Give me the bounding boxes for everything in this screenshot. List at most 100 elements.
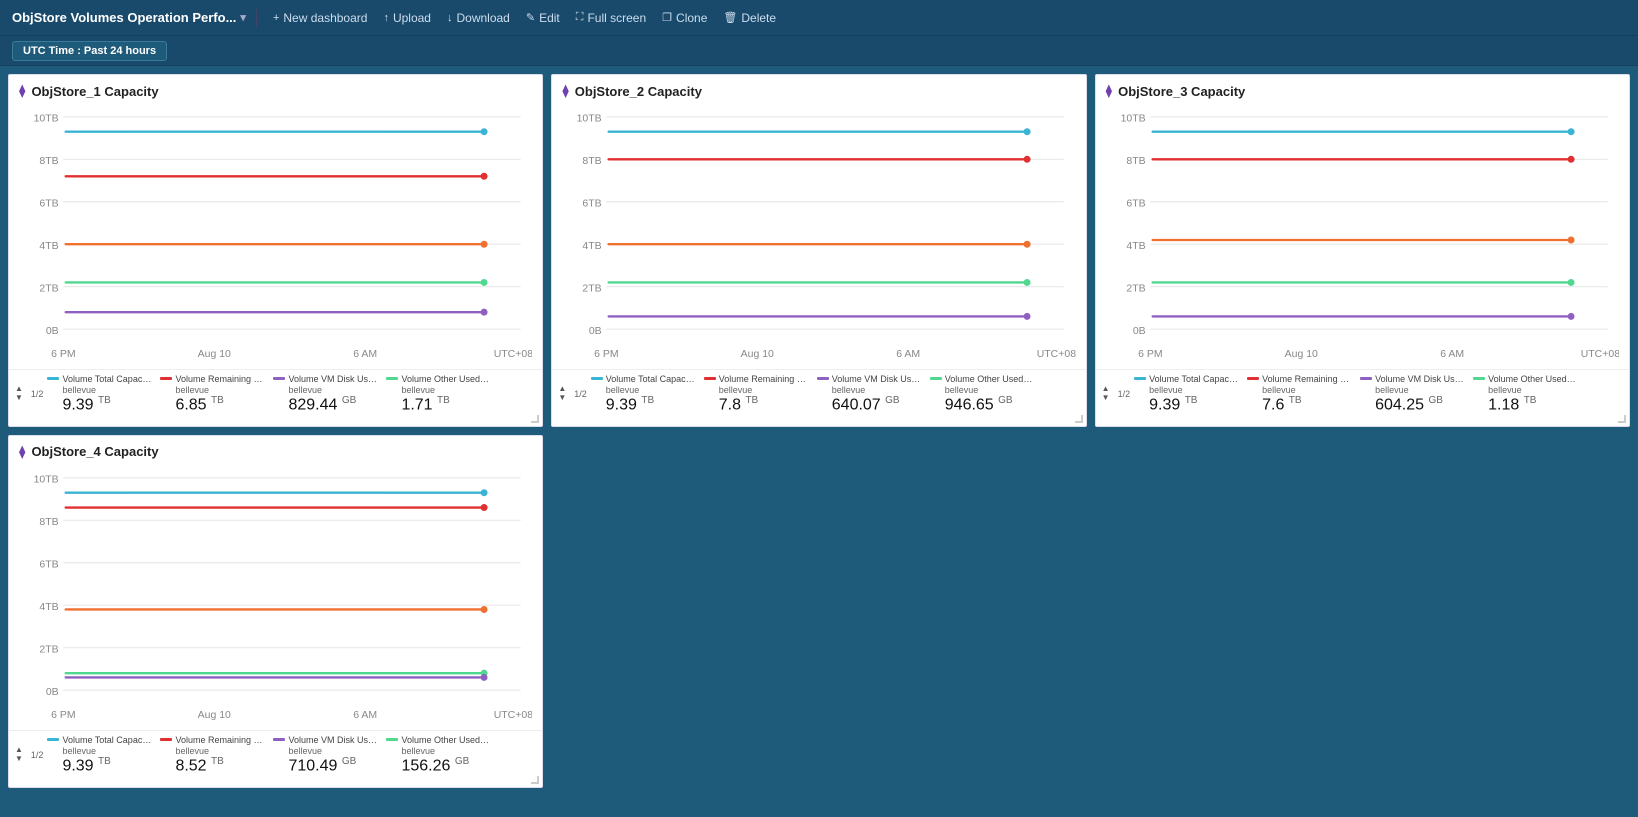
- panel-header-4: ⧫ ObjStore_4 Capacity: [9, 436, 542, 464]
- metric-sub-3-3: bellevue: [1375, 385, 1465, 395]
- clone-button[interactable]: ❐ Clone: [656, 9, 713, 27]
- chart-area-3: 10TB8TB6TB4TB2TB0B6 PMAug 106 AMUTC+08:0…: [1096, 103, 1629, 369]
- filter-icon[interactable]: ⧫: [1106, 83, 1112, 99]
- arrow-up-icon[interactable]: ▲: [15, 746, 23, 754]
- fullscreen-icon: ⛶: [576, 11, 584, 24]
- svg-text:UTC+08:00: UTC+08:00: [494, 710, 533, 721]
- metric-label-3-3: Volume VM Disk Used ...: [1375, 374, 1465, 384]
- metric-value-1-2: 6.85 TB: [175, 395, 265, 414]
- svg-text:6 AM: 6 AM: [897, 349, 921, 360]
- delete-button[interactable]: 🗑 Delete: [717, 9, 782, 27]
- svg-text:UTC+08:00: UTC+08:00: [494, 349, 533, 360]
- download-icon: ↓: [447, 12, 453, 24]
- metrics-1: ▲ ▼ 1/2 Volume Total Capacit... bellevue…: [9, 369, 542, 426]
- svg-text:6 PM: 6 PM: [594, 349, 618, 360]
- edit-button[interactable]: ✎ Edit: [520, 9, 566, 27]
- svg-text:4TB: 4TB: [583, 241, 602, 252]
- panel-header-2: ⧫ ObjStore_2 Capacity: [552, 75, 1085, 103]
- metric-label-2-3: Volume VM Disk Used ...: [832, 374, 922, 384]
- svg-text:10TB: 10TB: [34, 474, 59, 485]
- nav-arrows-4: ▲ ▼: [15, 746, 23, 763]
- panel-title-1: ObjStore_1 Capacity: [31, 84, 158, 99]
- svg-text:0B: 0B: [1132, 326, 1145, 337]
- svg-text:4TB: 4TB: [39, 241, 58, 252]
- nav-arrows-3: ▲ ▼: [1102, 385, 1110, 402]
- metric-sub-4-1: bellevue: [62, 746, 152, 756]
- svg-text:10TB: 10TB: [34, 113, 59, 124]
- time-bar: UTC Time : Past 24 hours: [0, 36, 1638, 66]
- svg-text:0B: 0B: [46, 326, 59, 337]
- metric-value-4-3: 710.49 GB: [288, 756, 378, 775]
- title-text: ObjStore Volumes Operation Perfo...: [12, 10, 236, 25]
- metric-item-4-2: Volume Remaining Cap... bellevue 8.52 TB: [160, 735, 265, 775]
- panel-resize-corner[interactable]: [1618, 415, 1626, 423]
- svg-text:6 AM: 6 AM: [1440, 349, 1464, 360]
- upload-label: Upload: [393, 11, 431, 25]
- metric-item-1-3: Volume VM Disk Used ... bellevue 829.44 …: [273, 374, 378, 414]
- metric-sub-4-3: bellevue: [288, 746, 378, 756]
- metric-color-bar: [930, 377, 942, 380]
- metric-items-2: Volume Total Capacit... bellevue 9.39 TB…: [591, 374, 1035, 414]
- metric-item-3-3: Volume VM Disk Used ... bellevue 604.25 …: [1360, 374, 1465, 414]
- panel-title-4: ObjStore_4 Capacity: [31, 444, 158, 459]
- arrow-up-icon[interactable]: ▲: [15, 385, 23, 393]
- metric-label-3-4: Volume Other Used Ca...: [1488, 374, 1578, 384]
- arrow-up-icon[interactable]: ▲: [1102, 385, 1110, 393]
- arrow-down-icon[interactable]: ▼: [15, 755, 23, 763]
- page-indicator-2: 1/2: [574, 389, 587, 399]
- filter-icon[interactable]: ⧫: [19, 83, 25, 99]
- svg-text:6 AM: 6 AM: [353, 349, 377, 360]
- metric-sub-2-3: bellevue: [832, 385, 922, 395]
- panel-4: ⧫ ObjStore_4 Capacity 10TB8TB6TB4TB2TB0B…: [8, 435, 543, 788]
- arrow-up-icon[interactable]: ▲: [558, 385, 566, 393]
- metric-color-bar: [273, 377, 285, 380]
- metric-sub-2-4: bellevue: [945, 385, 1035, 395]
- fullscreen-button[interactable]: ⛶ Full screen: [570, 9, 652, 27]
- metric-value-1-4: 1.71 TB: [401, 395, 491, 414]
- download-button[interactable]: ↓ Download: [441, 9, 516, 27]
- chevron-down-icon[interactable]: ▾: [240, 11, 246, 24]
- panel-1: ⧫ ObjStore_1 Capacity 10TB8TB6TB4TB2TB0B…: [8, 74, 543, 427]
- svg-text:0B: 0B: [46, 687, 59, 698]
- metric-items-3: Volume Total Capacit... bellevue 9.39 TB…: [1134, 374, 1578, 414]
- svg-text:8TB: 8TB: [39, 156, 58, 167]
- filter-icon[interactable]: ⧫: [562, 83, 568, 99]
- arrow-down-icon[interactable]: ▼: [558, 394, 566, 402]
- time-badge[interactable]: UTC Time : Past 24 hours: [12, 41, 167, 61]
- metric-value-1-3: 829.44 GB: [288, 395, 378, 414]
- filter-icon[interactable]: ⧫: [19, 444, 25, 460]
- panel-resize-corner[interactable]: [531, 776, 539, 784]
- metric-sub-1-3: bellevue: [288, 385, 378, 395]
- panel-2: ⧫ ObjStore_2 Capacity 10TB8TB6TB4TB2TB0B…: [551, 74, 1086, 427]
- metric-item-3-4: Volume Other Used Ca... bellevue 1.18 TB: [1473, 374, 1578, 414]
- panel-title-3: ObjStore_3 Capacity: [1118, 84, 1245, 99]
- metric-label-2-4: Volume Other Used Ca...: [945, 374, 1035, 384]
- metric-value-4-4: 156.26 GB: [401, 756, 491, 775]
- svg-text:8TB: 8TB: [583, 156, 602, 167]
- svg-text:4TB: 4TB: [1126, 241, 1145, 252]
- svg-text:UTC+08:00: UTC+08:00: [1580, 349, 1619, 360]
- upload-button[interactable]: ↑ Upload: [377, 9, 437, 27]
- arrow-down-icon[interactable]: ▼: [1102, 394, 1110, 402]
- page-title: ObjStore Volumes Operation Perfo... ▾: [12, 10, 246, 25]
- panel-resize-corner[interactable]: [1075, 415, 1083, 423]
- svg-text:10TB: 10TB: [1120, 113, 1145, 124]
- metric-item-3-2: Volume Remaining Cap... bellevue 7.6 TB: [1247, 374, 1352, 414]
- arrow-down-icon[interactable]: ▼: [15, 394, 23, 402]
- new-dashboard-label: New dashboard: [283, 11, 367, 25]
- svg-text:6TB: 6TB: [1126, 198, 1145, 209]
- panel-header-1: ⧫ ObjStore_1 Capacity: [9, 75, 542, 103]
- metric-color-bar: [273, 738, 285, 741]
- metric-color-bar: [386, 377, 398, 380]
- metric-item-2-4: Volume Other Used Ca... bellevue 946.65 …: [930, 374, 1035, 414]
- svg-text:Aug 10: Aug 10: [1284, 349, 1317, 360]
- panel-resize-corner[interactable]: [531, 415, 539, 423]
- metric-label-1-2: Volume Remaining Cap...: [175, 374, 265, 384]
- edit-label: Edit: [539, 11, 560, 25]
- metric-color-bar: [1360, 377, 1372, 380]
- metric-label-2-2: Volume Remaining Cap...: [719, 374, 809, 384]
- metric-color-bar: [704, 377, 716, 380]
- svg-text:UTC+08:00: UTC+08:00: [1037, 349, 1076, 360]
- svg-text:8TB: 8TB: [39, 517, 58, 528]
- new-dashboard-button[interactable]: + New dashboard: [267, 9, 374, 27]
